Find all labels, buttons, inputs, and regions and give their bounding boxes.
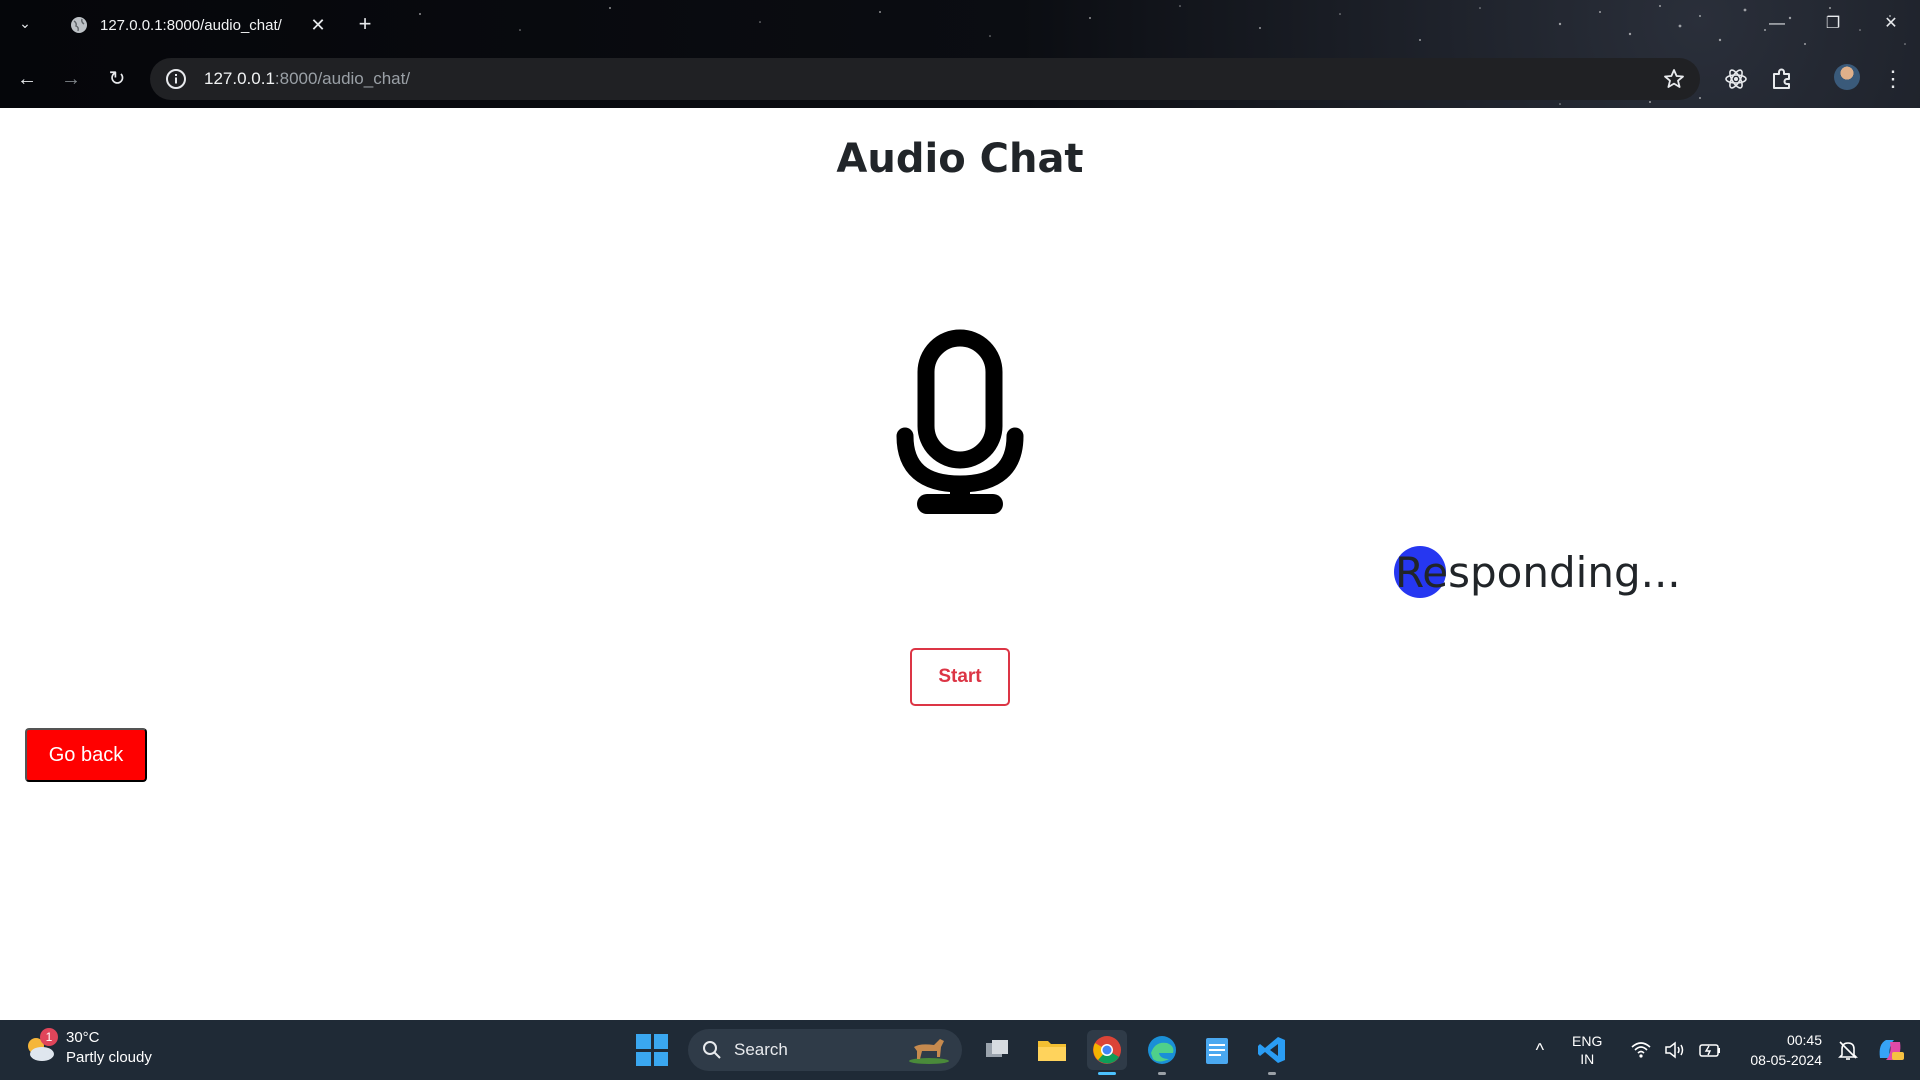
edge-icon[interactable] — [1142, 1030, 1182, 1075]
windows-taskbar: 1 30°C Partly cloudy Search ^ ENG IN 00:… — [0, 1020, 1920, 1080]
task-view-icon[interactable] — [977, 1030, 1017, 1070]
url-text: 127.0.0.1:8000/audio_chat/ — [204, 69, 410, 89]
volume-icon — [1665, 1041, 1684, 1059]
taskbar-apps: Search — [636, 1028, 1292, 1075]
lang-code: ENG — [1572, 1033, 1603, 1049]
tab-strip: ⌄ 127.0.0.1:8000/audio_chat/ ✕ + — ❐ ✕ — [0, 0, 1920, 50]
windows-start-icon[interactable] — [636, 1034, 668, 1066]
close-window-button[interactable]: ✕ — [1876, 10, 1906, 38]
url-host: 127.0.0.1 — [204, 69, 275, 88]
clock[interactable]: 00:45 08-05-2024 — [1750, 1030, 1822, 1070]
partly-cloudy-icon: 1 — [22, 1028, 58, 1066]
microphone-icon[interactable] — [895, 324, 1025, 516]
taskbar-search[interactable]: Search — [688, 1029, 962, 1071]
show-hidden-icons-button[interactable]: ^ — [1536, 1040, 1544, 1061]
weather-widget[interactable]: 1 30°C Partly cloudy — [22, 1028, 152, 1068]
search-label: Search — [734, 1040, 788, 1059]
tab-search-button[interactable]: ⌄ — [14, 12, 36, 34]
close-tab-icon[interactable]: ✕ — [308, 15, 328, 35]
extensions-puzzle-icon[interactable] — [1768, 65, 1796, 93]
notepad-icon[interactable] — [1197, 1030, 1237, 1070]
search-highlight-horse-icon — [909, 1039, 949, 1064]
start-button[interactable]: Start — [910, 648, 1010, 706]
input-language[interactable]: ENG IN — [1572, 1032, 1602, 1068]
bookmark-star-icon[interactable] — [1662, 67, 1686, 91]
lang-region: IN — [1580, 1051, 1595, 1067]
battery-icon — [1699, 1044, 1721, 1057]
forward-button[interactable]: → — [56, 64, 86, 94]
file-explorer-icon[interactable] — [1032, 1030, 1072, 1070]
clock-time: 00:45 — [1786, 1032, 1822, 1048]
globe-icon — [71, 17, 87, 33]
notifications-bell-icon[interactable] — [1836, 1038, 1860, 1062]
profile-avatar[interactable] — [1834, 64, 1860, 90]
search-icon — [703, 1041, 721, 1059]
tab-title: 127.0.0.1:8000/audio_chat/ — [100, 16, 282, 34]
url-path: :8000/audio_chat/ — [274, 69, 411, 88]
reload-button[interactable]: ↻ — [102, 64, 132, 94]
weather-description: Partly cloudy — [66, 1049, 152, 1066]
react-devtools-icon[interactable] — [1722, 65, 1750, 93]
new-tab-button[interactable]: + — [352, 12, 378, 38]
wifi-icon — [1631, 1042, 1651, 1058]
chrome-icon[interactable] — [1087, 1030, 1127, 1075]
browser-toolbar: ← → ↻ 127.0.0.1:8000/audio_chat/ ⋮ — [0, 56, 1920, 102]
status-text: Responding... — [1395, 548, 1681, 597]
address-bar[interactable]: 127.0.0.1:8000/audio_chat/ — [150, 58, 1700, 100]
page-content: Audio Chat Responding... Start Go back — [0, 108, 1920, 1020]
browser-chrome: ⌄ 127.0.0.1:8000/audio_chat/ ✕ + — ❐ ✕ ←… — [0, 0, 1920, 108]
site-info-icon[interactable] — [164, 67, 188, 91]
vscode-icon[interactable] — [1252, 1030, 1292, 1075]
page-title: Audio Chat — [836, 136, 1084, 182]
clock-date: 08-05-2024 — [1750, 1052, 1822, 1068]
copilot-icon[interactable] — [1874, 1034, 1906, 1066]
notification-badge: 1 — [40, 1028, 58, 1046]
minimize-button[interactable]: — — [1762, 10, 1792, 38]
weather-temperature: 30°C — [66, 1029, 100, 1046]
back-button[interactable]: ← — [12, 64, 42, 94]
system-tray: ^ ENG IN 00:45 08-05-2024 — [1536, 1020, 1920, 1080]
restore-button[interactable]: ❐ — [1818, 10, 1848, 38]
browser-menu-icon[interactable]: ⋮ — [1878, 64, 1908, 94]
go-back-button[interactable]: Go back — [25, 728, 147, 782]
quick-settings[interactable] — [1630, 1040, 1722, 1060]
browser-tab[interactable]: 127.0.0.1:8000/audio_chat/ ✕ — [52, 8, 338, 42]
